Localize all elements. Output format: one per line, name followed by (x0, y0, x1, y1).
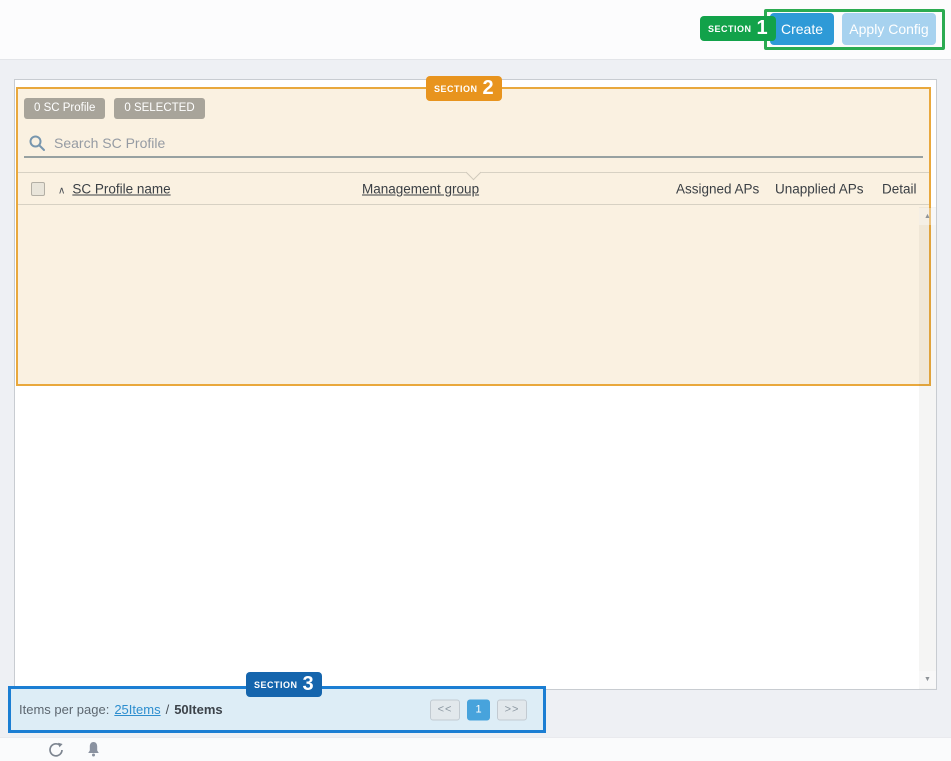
column-management-group[interactable]: Management group (362, 181, 479, 196)
annotation-number: 1 (757, 18, 768, 39)
pager: << 1 >> (430, 699, 527, 720)
search-icon (28, 134, 46, 152)
footer-bar (0, 737, 951, 761)
annotation-label: SECTION (708, 24, 752, 34)
table-scrollbar[interactable]: ▲ ▼ (919, 207, 936, 689)
status-chips: 0 SC Profile 0 SELECTED (24, 98, 205, 119)
top-toolbar: Create Apply Config (0, 0, 951, 60)
column-unapplied-aps: Unapplied APs (775, 181, 864, 196)
annotation-number: 2 (483, 78, 494, 99)
items-per-page: Items per page: 25Items / 50Items (11, 702, 223, 717)
page-size-50-current: 50Items (174, 702, 222, 717)
annotation-badge-section3: SECTION 3 (246, 672, 322, 697)
scroll-up-icon[interactable]: ▲ (919, 208, 936, 225)
items-per-page-label: Items per page: (19, 702, 109, 717)
app-frame: Create Apply Config SECTION 1 0 SC Profi… (0, 0, 951, 761)
search-field (24, 129, 923, 158)
annotation-badge-section1: SECTION 1 (700, 16, 776, 41)
first-page-button[interactable]: << (430, 699, 460, 720)
column-sc-profile-name[interactable]: ∧ SC Profile name (58, 181, 171, 196)
select-all-checkbox[interactable] (31, 182, 45, 196)
column-label[interactable]: SC Profile name (72, 181, 170, 196)
current-page-button[interactable]: 1 (467, 699, 490, 720)
apply-config-button[interactable]: Apply Config (842, 13, 936, 45)
table-header-row: ∧ SC Profile name Management group Assign… (18, 173, 929, 205)
create-button[interactable]: Create (770, 13, 834, 45)
profile-count-badge: 0 SC Profile (24, 98, 105, 119)
last-page-button[interactable]: >> (497, 699, 527, 720)
bell-icon[interactable] (86, 741, 101, 758)
sort-ascending-icon: ∧ (58, 185, 65, 196)
annotation-box-section2: 0 SC Profile 0 SELECTED ∧ SC Profile name… (16, 87, 931, 386)
page-size-25-link[interactable]: 25Items (114, 702, 160, 717)
column-assigned-aps: Assigned APs (676, 181, 759, 196)
selected-count-badge: 0 SELECTED (114, 98, 204, 119)
search-input[interactable] (46, 135, 923, 151)
annotation-number: 3 (303, 674, 314, 695)
annotation-label: SECTION (254, 680, 298, 690)
column-detail: Detail (882, 181, 917, 196)
scroll-down-icon[interactable]: ▼ (919, 671, 936, 688)
page-size-separator: / (166, 702, 170, 717)
annotation-badge-section2: SECTION 2 (426, 76, 502, 101)
refresh-icon[interactable] (48, 742, 64, 758)
annotation-label: SECTION (434, 84, 478, 94)
